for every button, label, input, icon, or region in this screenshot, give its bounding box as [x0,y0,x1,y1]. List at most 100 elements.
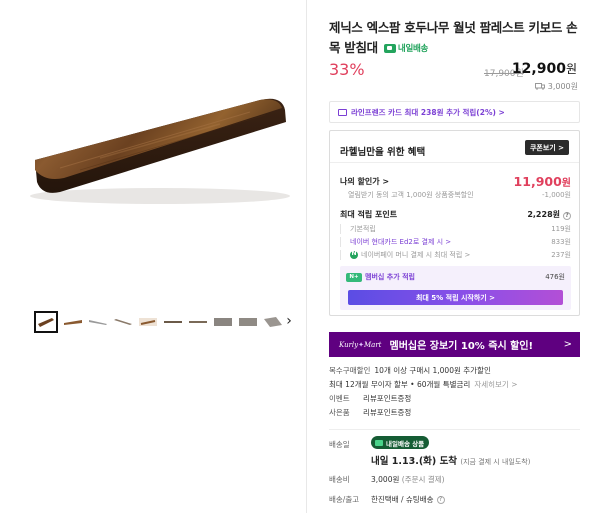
product-info-panel: 제닉스 엑스팜 호두나무 월넛 팜레스트 키보드 손목 받침대 내일배송 33%… [329,0,580,513]
delivery-date-label: 배송일 [329,440,350,449]
help-icon[interactable]: ? [563,211,571,220]
bulk-discount-row: 복수구매할인 10개 이상 구매시 1,000원 추가할인 [329,363,580,377]
gift-value: 리뷰포인트증정 [363,407,412,417]
naver-card-row: 네이버 현대카드 Ed2로 결제 시 > 833원 [340,237,571,247]
pane-divider [306,0,307,513]
thumbnail-3[interactable] [88,313,108,331]
membership-value: 476원 [545,273,565,281]
product-main-image[interactable] [20,60,295,230]
points-label: 최대 적립 포인트 [340,210,398,219]
thumbnail-strip [34,310,283,334]
next-arrow-icon[interactable]: › [283,313,295,329]
thumbnail-6[interactable] [163,313,183,331]
my-price-unit: 원 [561,178,571,189]
card-icon [338,108,347,116]
event-label: 이벤트 [329,393,350,403]
purchase-info-list: 복수구매할인 10개 이상 구매시 1,000원 추가할인 최대 12개월 무이… [329,363,580,419]
kurly-mart-banner[interactable]: Kurly✦Mart 멤버십은 장보기 10% 즉시 할인! > [329,332,580,357]
my-price-row: 나의 할인가 > 11,900원 [340,174,571,189]
naver-card-link[interactable]: 네이버 현대카드 Ed2로 결제 시 > [350,237,451,247]
gift-row: 사은품 리뷰포인트증정 [329,405,580,419]
thumbnail-2[interactable] [63,313,83,331]
membership-chip: N+ [346,272,362,282]
membership-start-button[interactable]: 최대 5% 적립 시작하기 > [348,290,563,305]
naver-pay-icon [350,250,358,259]
same-day-label: 열림받기 동의 고객 1,000원 상품중복할인 [348,191,474,199]
naver-pay-value: 237원 [551,251,571,259]
same-day-value: -1,000원 [541,191,571,199]
delivery-badge: 내일배송 상품 [371,436,430,449]
basic-points-label: 기본적립 [350,225,376,233]
installment-text: 최대 12개월 무이자 할부 • 60개월 특별금리 [329,379,471,389]
installment-link[interactable]: 자세히보기 > [474,379,517,390]
kurly-logo-suffix: Mart [364,340,382,349]
delivery-fee-value: 3,000원 [371,475,400,484]
gift-label: 사은품 [329,407,350,417]
delivery-badge-label: 내일배송 상품 [386,439,425,448]
divider [329,429,580,430]
same-day-row: 열림받기 동의 고객 1,000원 상품중복할인 -1,000원 [340,190,571,200]
kurly-logo-text: Kurly [339,340,359,349]
delivery-date-value: 내일 1.13.(화) 도착 [371,456,458,467]
chevron-right-icon: > [563,339,572,350]
shipping-fee-value: 3,000원 [547,82,578,91]
divider [330,162,579,163]
discount-rate: 33% [329,60,365,79]
product-title: 제닉스 엑스팜 호두나무 월넛 팜레스트 키보드 손목 받침대 내일배송 [329,18,580,59]
delivery-fee-label: 배송비 [329,475,350,484]
delivery-fee-note: (주문시 결제) [401,475,445,484]
my-price-value: 11,900원 [514,174,571,189]
truck-icon [534,83,545,90]
coupon-button[interactable]: 쿠폰보기 > [524,140,569,155]
naver-pay-row: 네이버페이 머니 결제 시 최대 적립 > 237원 [340,250,571,260]
thumbnail-9[interactable] [238,313,258,331]
card-benefit-banner[interactable]: 라인프렌즈 카드 최대 238원 추가 적립(2%) > [329,101,580,123]
membership-panel: N+ 멤버십 추가 적립 476원 최대 5% 적립 시작하기 > [340,266,571,310]
basic-points-value: 119원 [551,225,571,233]
thumbnail-4[interactable] [113,313,133,331]
points-value: 2,228원 [527,210,560,219]
points-value-wrap: 2,228원? [527,209,571,220]
truck-icon [375,439,383,446]
shipping-fee: 3,000원 [534,81,578,92]
delivery-carrier: 한진택배 / 슈팅배송? [371,494,445,505]
naver-pay-label-wrap[interactable]: 네이버페이 머니 결제 시 최대 적립 > [350,250,470,260]
naver-card-value: 833원 [551,238,571,246]
basic-points-row: 기본적립 119원 [340,224,571,234]
truck-icon [383,44,396,53]
delivery-carrier-value: 한진택배 / 슈팅배송 [371,495,434,504]
my-price-link[interactable]: 나의 할인가 > [340,176,389,187]
next-day-badge-label: 내일배송 [397,43,429,54]
sale-price-unit: 원 [565,62,577,76]
thumbnail-8[interactable] [213,313,233,331]
naver-pay-label: 네이버페이 머니 결제 시 최대 적립 > [361,251,471,259]
kurly-logo: Kurly✦Mart [339,340,382,349]
thumbnail-5[interactable] [138,313,158,331]
benefit-box: 라헬님만을 위한 혜택 쿠폰보기 > 나의 할인가 > 11,900원 열림받기… [329,130,580,316]
sale-price-value: 12,900 [511,61,566,77]
benefit-heading: 라헬님만을 위한 혜택 [340,147,426,158]
bulk-value: 10개 이상 구매시 1,000원 추가할인 [374,365,491,375]
thumbnail-10[interactable] [263,313,283,331]
delivery-date-note: (지금 결제 시 내일도착) [460,458,531,466]
event-row: 이벤트 리뷰포인트증정 [329,391,580,405]
installment-row: 최대 12개월 무이자 할부 • 60개월 특별금리 자세히보기 > [329,377,580,391]
delivery-date: 내일 1.13.(화) 도착 (지금 결제 시 내일도착) [371,453,530,467]
next-day-badge: 내일배송 [383,39,429,59]
delivery-carrier-label: 배송/출고 [329,495,360,504]
product-title-text: 제닉스 엑스팜 호두나무 월넛 팜레스트 키보드 손목 받침대 [329,20,578,55]
help-icon[interactable]: ? [436,495,445,504]
points-row: 최대 적립 포인트 2,228원? [340,209,571,220]
membership-tag: N+ 멤버십 추가 적립 [346,272,415,282]
membership-label: 멤버십 추가 적립 [365,273,415,281]
kurly-banner-text: 멤버십은 장보기 10% 즉시 할인! [389,341,534,352]
thumbnail-1[interactable] [34,311,58,333]
card-banner-text: 라인프렌즈 카드 최대 238원 추가 적립(2%) > [351,107,505,117]
bulk-label: 복수구매할인 [329,365,371,375]
event-value: 리뷰포인트증정 [363,393,412,403]
my-price-number: 11,900 [513,174,562,189]
sale-price: 12,900원 [512,60,577,77]
product-gallery: › [0,0,305,513]
thumbnail-7[interactable] [188,313,208,331]
delivery-fee: 3,000원 (주문시 결제) [371,474,445,485]
